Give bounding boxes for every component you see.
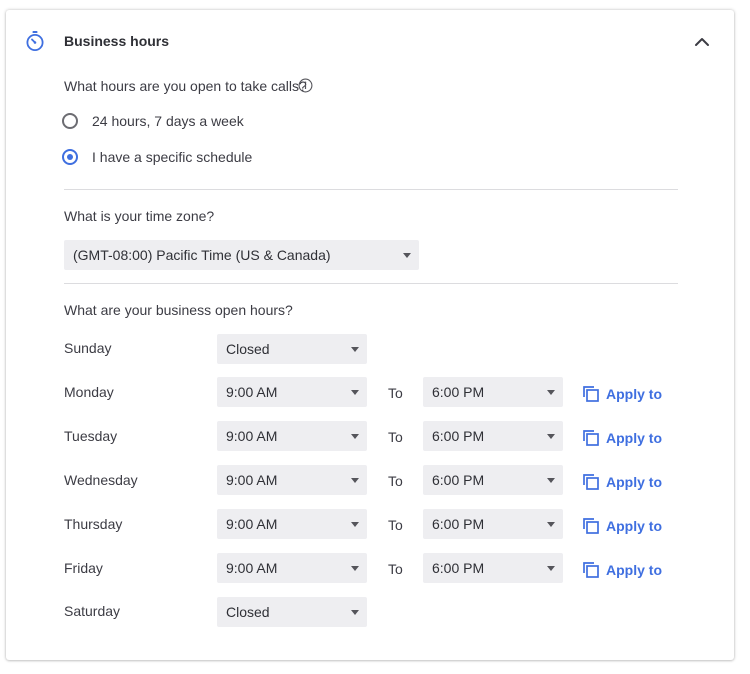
day-label-saturday: Saturday <box>64 603 121 619</box>
section-title: Business hours <box>64 33 170 49</box>
caret-down-icon <box>547 390 555 395</box>
chevron-up-icon[interactable] <box>692 34 712 48</box>
timezone-question: What is your time zone? <box>64 208 215 224</box>
caret-down-icon <box>351 478 359 483</box>
radio-label: I have a specific schedule <box>92 149 253 165</box>
radio-24-hours[interactable]: 24 hours, 7 days a week <box>62 111 302 135</box>
select-value: 6:00 PM <box>432 560 485 576</box>
select-value: 9:00 AM <box>226 516 278 532</box>
caret-down-icon <box>547 566 555 571</box>
select-value: 6:00 PM <box>432 384 485 400</box>
to-label: To <box>388 385 403 401</box>
tuesday-open-select[interactable]: 9:00 AM <box>217 421 367 451</box>
divider <box>64 189 678 190</box>
timezone-value: (GMT-08:00) Pacific Time (US & Canada) <box>73 247 331 263</box>
divider <box>64 283 678 284</box>
apply-to-label: Apply to <box>606 518 662 534</box>
day-label-tuesday: Tuesday <box>64 428 118 444</box>
select-value: 9:00 AM <box>226 428 278 444</box>
apply-to-button-monday[interactable]: Apply to <box>582 383 672 405</box>
copy-icon <box>583 562 599 578</box>
day-label-friday: Friday <box>64 560 103 576</box>
radio-button-selected[interactable] <box>62 149 78 165</box>
friday-open-select[interactable]: 9:00 AM <box>217 553 367 583</box>
friday-close-select[interactable]: 6:00 PM <box>423 553 563 583</box>
apply-to-button-friday[interactable]: Apply to <box>582 559 672 581</box>
select-value: Closed <box>226 604 270 620</box>
wednesday-open-select[interactable]: 9:00 AM <box>217 465 367 495</box>
select-value: 9:00 AM <box>226 384 278 400</box>
apply-to-label: Apply to <box>606 562 662 578</box>
tuesday-close-select[interactable]: 6:00 PM <box>423 421 563 451</box>
caret-down-icon <box>351 434 359 439</box>
select-value: 6:00 PM <box>432 428 485 444</box>
select-value: 9:00 AM <box>226 472 278 488</box>
wednesday-close-select[interactable]: 6:00 PM <box>423 465 563 495</box>
hours-question: What hours are you open to take calls? <box>64 78 307 94</box>
to-label: To <box>388 517 403 533</box>
timer-icon <box>26 31 44 51</box>
caret-down-icon <box>547 522 555 527</box>
info-icon[interactable] <box>298 78 313 93</box>
day-label-thursday: Thursday <box>64 516 123 532</box>
caret-down-icon <box>351 390 359 395</box>
caret-down-icon <box>351 566 359 571</box>
day-label-monday: Monday <box>64 384 114 400</box>
business-hours-card: Business hours What hours are you open t… <box>6 10 734 660</box>
thursday-open-select[interactable]: 9:00 AM <box>217 509 367 539</box>
day-label-wednesday: Wednesday <box>64 472 138 488</box>
caret-down-icon <box>547 434 555 439</box>
open-hours-question: What are your business open hours? <box>64 302 293 318</box>
apply-to-button-wednesday[interactable]: Apply to <box>582 471 672 493</box>
select-value: 6:00 PM <box>432 516 485 532</box>
copy-icon <box>583 518 599 534</box>
apply-to-label: Apply to <box>606 474 662 490</box>
select-value: 9:00 AM <box>226 560 278 576</box>
monday-close-select[interactable]: 6:00 PM <box>423 377 563 407</box>
copy-icon <box>583 430 599 446</box>
apply-to-label: Apply to <box>606 386 662 402</box>
caret-down-icon <box>351 522 359 527</box>
select-value: 6:00 PM <box>432 472 485 488</box>
apply-to-button-thursday[interactable]: Apply to <box>582 515 672 537</box>
day-label-sunday: Sunday <box>64 340 112 356</box>
monday-open-select[interactable]: 9:00 AM <box>217 377 367 407</box>
copy-icon <box>583 386 599 402</box>
caret-down-icon <box>547 478 555 483</box>
radio-button[interactable] <box>62 113 78 129</box>
timezone-select[interactable]: (GMT-08:00) Pacific Time (US & Canada) <box>64 240 419 270</box>
thursday-close-select[interactable]: 6:00 PM <box>423 509 563 539</box>
caret-down-icon <box>351 610 359 615</box>
select-value: Closed <box>226 341 270 357</box>
saturday-status-select[interactable]: Closed <box>217 597 367 627</box>
copy-icon <box>583 474 599 490</box>
radio-specific-schedule[interactable]: I have a specific schedule <box>62 147 302 171</box>
radio-label: 24 hours, 7 days a week <box>92 113 244 129</box>
to-label: To <box>388 429 403 445</box>
section-header[interactable]: Business hours <box>6 10 734 72</box>
apply-to-button-tuesday[interactable]: Apply to <box>582 427 672 449</box>
apply-to-label: Apply to <box>606 430 662 446</box>
caret-down-icon <box>403 253 411 258</box>
to-label: To <box>388 473 403 489</box>
to-label: To <box>388 561 403 577</box>
caret-down-icon <box>351 347 359 352</box>
sunday-status-select[interactable]: Closed <box>217 334 367 364</box>
